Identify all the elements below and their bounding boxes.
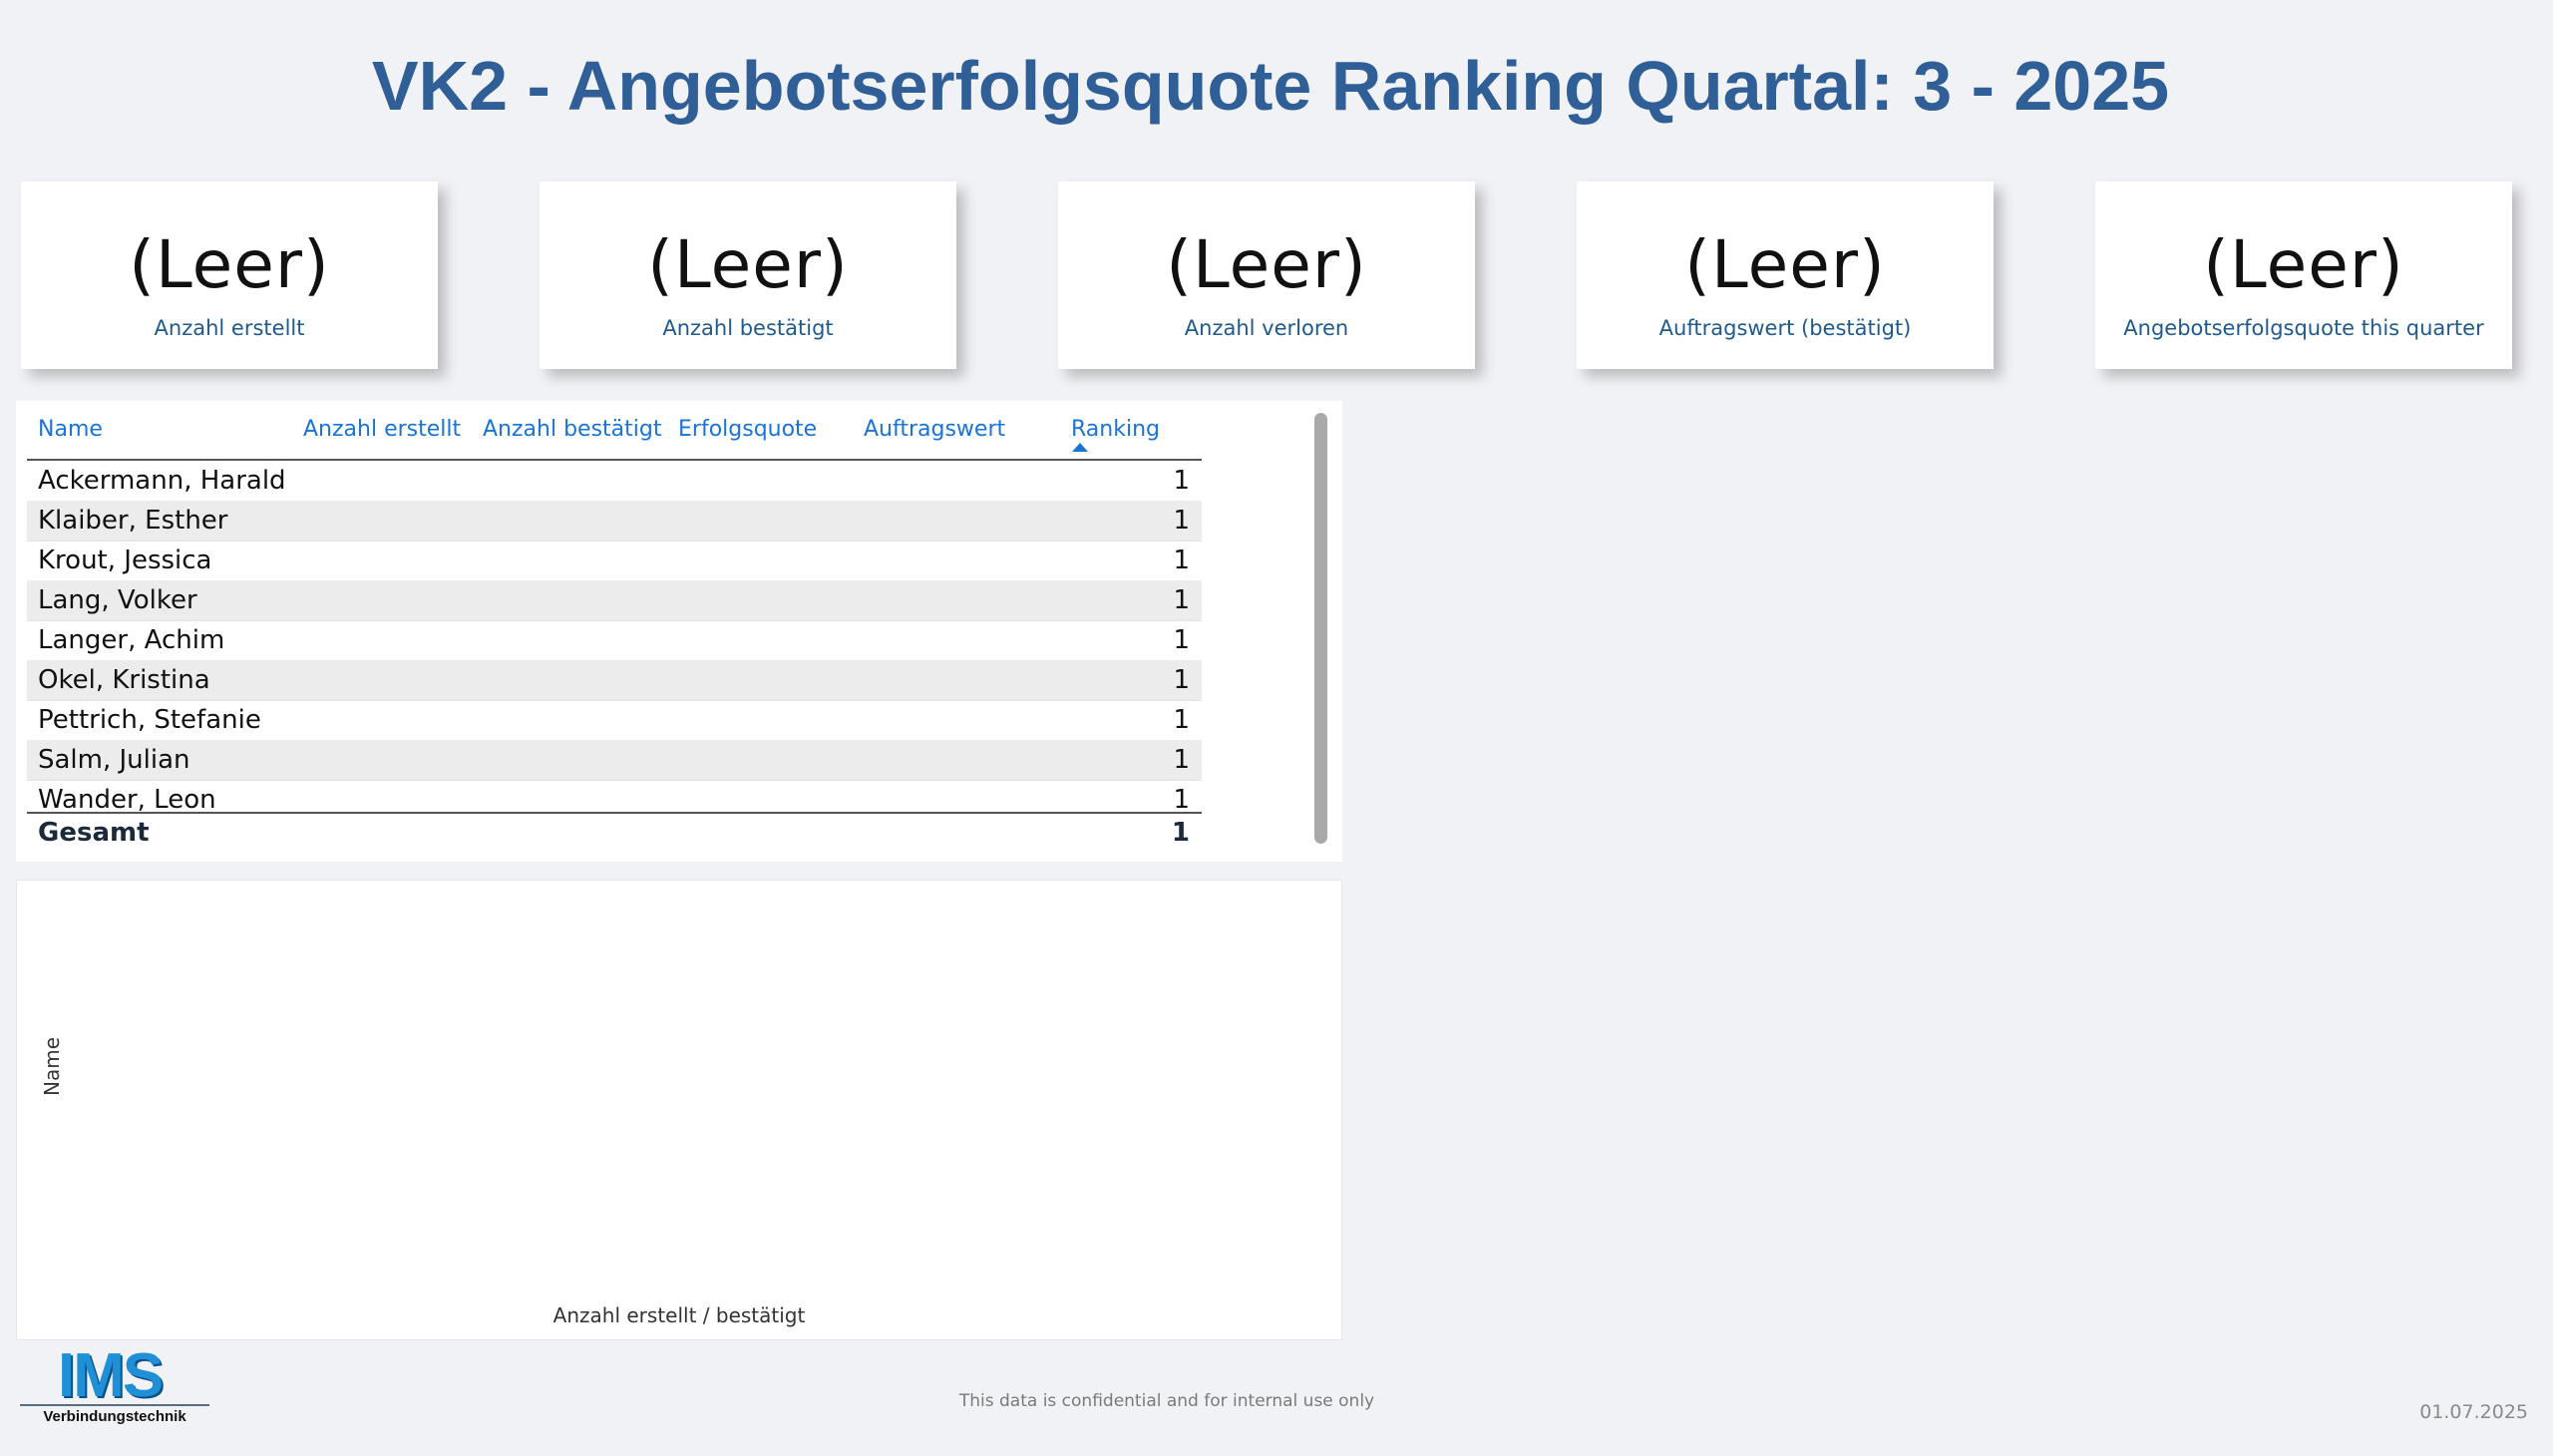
column-header-name[interactable]: Name [38, 415, 103, 445]
total-label: Gesamt [38, 818, 150, 848]
cell-name: Lang, Volker [38, 585, 197, 615]
kpi-label: Anzahl erstellt [154, 316, 305, 340]
page-title: VK2 - Angebotserfolgsquote Ranking Quart… [371, 47, 2170, 125]
company-logo: IMS Verbindungstechnik [20, 1344, 209, 1428]
kpi-card-auftragswert[interactable]: (Leer) Auftragswert (bestätigt) [1577, 182, 1994, 369]
kpi-card-anzahl-bestaetigt[interactable]: (Leer) Anzahl bestätigt [540, 182, 956, 369]
cell-name: Pettrich, Stefanie [38, 705, 261, 735]
kpi-value: (Leer) [647, 226, 849, 303]
kpi-card-anzahl-erstellt[interactable]: (Leer) Anzahl erstellt [21, 182, 438, 369]
cell-name: Ackermann, Harald [38, 466, 286, 496]
y-axis-label: Name [40, 1036, 64, 1096]
cell-name: Wander, Leon [38, 785, 216, 812]
table-row[interactable]: Lang, Volker 1 [27, 580, 1202, 621]
kpi-value: (Leer) [1684, 226, 1886, 303]
kpi-label: Angebotserfolgsquote this quarter [2123, 316, 2484, 340]
table-row[interactable]: Langer, Achim 1 [27, 620, 1202, 661]
kpi-value: (Leer) [129, 226, 330, 303]
table-row[interactable]: Okel, Kristina 1 [27, 660, 1202, 701]
table-row[interactable]: Krout, Jessica 1 [27, 541, 1202, 581]
kpi-label: Anzahl verloren [1184, 316, 1349, 340]
cell-name: Krout, Jessica [38, 546, 212, 575]
cell-name: Okel, Kristina [38, 665, 210, 695]
column-header-anzahl-erstellt[interactable]: Anzahl erstellt [303, 415, 461, 445]
bar-chart-panel: Name Anzahl erstellt / bestätigt [16, 880, 1342, 1340]
sort-ascending-icon[interactable] [1072, 443, 1088, 452]
report-date: 01.07.2025 [2419, 1401, 2528, 1423]
x-axis-label: Anzahl erstellt / bestätigt [552, 1303, 806, 1327]
total-ranking: 1 [1171, 818, 1190, 848]
table-row[interactable]: Wander, Leon 1 [27, 780, 1202, 812]
kpi-value: (Leer) [2203, 226, 2404, 303]
total-row: Gesamt 1 [27, 813, 1202, 853]
cell-name: Klaiber, Esther [38, 506, 228, 536]
column-header-erfolgsquote[interactable]: Erfolgsquote [678, 415, 817, 445]
column-header-auftragswert[interactable]: Auftragswert [864, 415, 1005, 445]
cell-ranking: 1 [1173, 506, 1190, 536]
cell-name: Langer, Achim [38, 625, 225, 655]
table-row[interactable]: Salm, Julian 1 [27, 740, 1202, 781]
cell-name: Salm, Julian [38, 745, 190, 775]
cell-ranking: 1 [1173, 745, 1190, 775]
table-row[interactable]: Pettrich, Stefanie 1 [27, 700, 1202, 741]
cell-ranking: 1 [1173, 705, 1190, 735]
table-row[interactable]: Ackermann, Harald 1 [27, 461, 1202, 502]
kpi-card-angebotserfolgsquote[interactable]: (Leer) Angebotserfolgsquote this quarter [2095, 182, 2512, 369]
cell-ranking: 1 [1173, 546, 1190, 575]
cell-ranking: 1 [1173, 785, 1190, 812]
table-row[interactable]: Klaiber, Esther 1 [27, 501, 1202, 542]
confidentiality-note: This data is confidential and for intern… [958, 1391, 1375, 1411]
cell-ranking: 1 [1173, 466, 1190, 496]
column-header-anzahl-bestaetigt[interactable]: Anzahl bestätigt [483, 415, 661, 445]
kpi-card-anzahl-verloren[interactable]: (Leer) Anzahl verloren [1058, 182, 1475, 369]
kpi-label: Anzahl bestätigt [662, 316, 834, 340]
column-header-ranking[interactable]: Ranking [1071, 415, 1160, 445]
cell-ranking: 1 [1173, 585, 1190, 615]
vertical-scrollbar[interactable] [1314, 413, 1327, 844]
ranking-table: Name Anzahl erstellt Anzahl bestätigt Er… [16, 401, 1342, 862]
cell-ranking: 1 [1173, 625, 1190, 655]
kpi-value: (Leer) [1166, 226, 1367, 303]
cell-ranking: 1 [1173, 665, 1190, 695]
kpi-label: Auftragswert (bestätigt) [1658, 316, 1912, 340]
